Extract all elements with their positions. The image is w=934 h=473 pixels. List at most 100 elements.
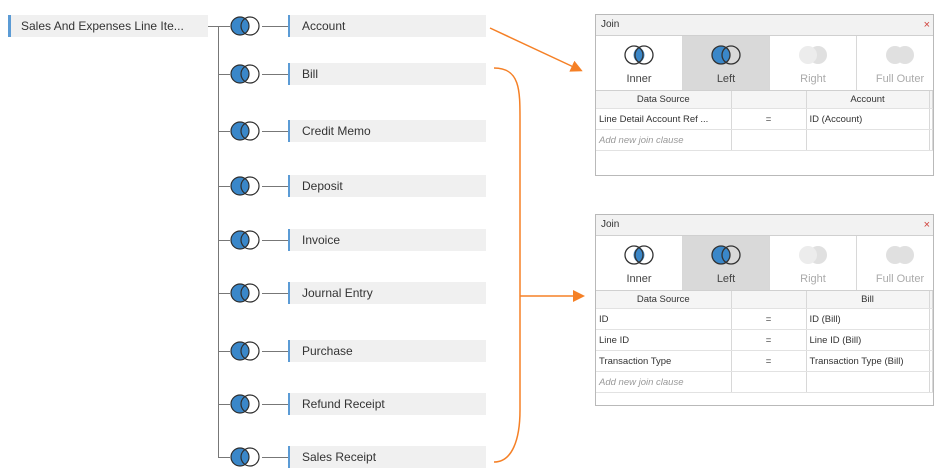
right-table-purchase[interactable]: Purchase (288, 340, 486, 362)
empty-cell (806, 129, 930, 151)
left-field[interactable]: Line Detail Account Ref ... (596, 108, 732, 130)
operator[interactable]: = (731, 108, 807, 130)
empty-cell (929, 129, 933, 151)
table-row[interactable]: Add new join clause (596, 129, 933, 151)
empty-cell (806, 371, 930, 393)
brace-bill-to-sales-receipt (493, 67, 521, 463)
right-table-account[interactable]: Account (288, 15, 486, 37)
dialog-title: Join (601, 219, 620, 230)
table-row[interactable]: Line ID = Line ID (Bill) (596, 329, 933, 351)
right-table-sales-receipt[interactable]: Sales Receipt (288, 446, 486, 468)
connector-branch-end (262, 186, 288, 187)
right-table-deposit[interactable]: Deposit (288, 175, 486, 197)
column-header (929, 291, 933, 309)
add-join-clause[interactable]: Add new join clause (596, 129, 732, 151)
empty-cell (929, 350, 933, 372)
join-type-bar: Inner Left Right Full Outer (596, 236, 933, 291)
column-header: Data Source (596, 291, 732, 309)
table-header-row: Data Source Bill (596, 291, 933, 309)
left-join-icon[interactable] (228, 120, 262, 142)
empty-cell (929, 308, 933, 330)
join-type-left[interactable]: Left (683, 36, 770, 90)
join-type-label: Left (716, 273, 736, 285)
full-outer-join-icon (886, 46, 914, 64)
operator[interactable]: = (731, 329, 807, 351)
connector-branch-end (262, 131, 288, 132)
join-type-inner[interactable]: Inner (596, 36, 683, 90)
left-join-icon[interactable] (228, 229, 262, 251)
connector-trunk (218, 26, 219, 458)
full-outer-join-icon (886, 246, 914, 264)
table-row[interactable]: Transaction Type = Transaction Type (Bil… (596, 350, 933, 372)
left-join-icon[interactable] (228, 393, 262, 415)
operator[interactable]: = (731, 350, 807, 372)
right-join-icon (799, 46, 827, 64)
table-row[interactable]: ID = ID (Bill) (596, 308, 933, 330)
join-dialog-account: Join × Inner Left Right Full Outer Data … (595, 14, 934, 176)
connector-branch-end (262, 74, 288, 75)
left-join-icon[interactable] (228, 63, 262, 85)
left-field[interactable]: Line ID (596, 329, 732, 351)
inner-join-icon (624, 245, 654, 265)
table-row[interactable]: Line Detail Account Ref ... = ID (Accoun… (596, 108, 933, 130)
join-type-inner[interactable]: Inner (596, 236, 683, 290)
right-table-credit-memo[interactable]: Credit Memo (288, 120, 486, 142)
join-type-bar: Inner Left Right Full Outer (596, 36, 933, 91)
left-join-icon[interactable] (228, 282, 262, 304)
join-type-label: Inner (626, 273, 652, 285)
empty-cell (731, 371, 807, 393)
join-type-label: Right (800, 273, 826, 285)
connector-branch-end (262, 404, 288, 405)
empty-cell (929, 371, 933, 393)
left-join-icon[interactable] (228, 15, 262, 37)
left-join-icon[interactable] (228, 175, 262, 197)
join-dialog-bill: Join × Inner Left Right Full Outer Data … (595, 214, 934, 406)
right-join-icon (799, 246, 827, 264)
left-field[interactable]: ID (596, 308, 732, 330)
right-field[interactable]: ID (Account) (806, 108, 930, 130)
join-clause-table: Data Source Bill ID = ID (Bill) Line ID … (596, 291, 933, 393)
column-header (929, 91, 933, 109)
add-join-clause[interactable]: Add new join clause (596, 371, 732, 393)
join-clause-table: Data Source Account Line Detail Account … (596, 91, 933, 151)
dialog-title-bar: Join × (596, 15, 933, 36)
right-table-journal-entry[interactable]: Journal Entry (288, 282, 486, 304)
right-table-refund-receipt[interactable]: Refund Receipt (288, 393, 486, 415)
empty-cell (731, 129, 807, 151)
join-type-label: Left (716, 73, 736, 85)
join-type-right[interactable]: Right (770, 36, 857, 90)
left-join-icon[interactable] (228, 340, 262, 362)
close-icon[interactable]: × (924, 15, 930, 35)
connector-branch-end (262, 26, 288, 27)
right-field[interactable]: ID (Bill) (806, 308, 930, 330)
join-type-full-outer[interactable]: Full Outer (857, 36, 933, 90)
arrow-account-to-dialog (489, 27, 583, 72)
table-header-row: Data Source Account (596, 91, 933, 109)
dialog-title: Join (601, 19, 620, 30)
connector-branch-end (262, 351, 288, 352)
left-table-sales-and-expenses[interactable]: Sales And Expenses Line Ite... (8, 15, 208, 37)
connector-branch-end (262, 240, 288, 241)
join-type-label: Inner (626, 73, 652, 85)
operator[interactable]: = (731, 308, 807, 330)
inner-join-icon (624, 45, 654, 65)
right-table-bill[interactable]: Bill (288, 63, 486, 85)
close-icon[interactable]: × (924, 215, 930, 235)
left-field[interactable]: Transaction Type (596, 350, 732, 372)
join-type-label: Full Outer (875, 273, 925, 285)
connector-branch-end (262, 457, 288, 458)
table-row[interactable]: Add new join clause (596, 371, 933, 393)
join-type-label: Full Outer (875, 73, 925, 85)
left-join-icon[interactable] (228, 446, 262, 468)
join-type-label: Right (800, 73, 826, 85)
empty-cell (929, 108, 933, 130)
right-field[interactable]: Transaction Type (Bill) (806, 350, 930, 372)
join-type-right[interactable]: Right (770, 236, 857, 290)
right-field[interactable]: Line ID (Bill) (806, 329, 930, 351)
join-type-left[interactable]: Left (683, 236, 770, 290)
empty-cell (929, 329, 933, 351)
left-join-icon (711, 245, 741, 265)
right-table-invoice[interactable]: Invoice (288, 229, 486, 251)
column-header: Bill (806, 291, 930, 309)
join-type-full-outer[interactable]: Full Outer (857, 236, 933, 290)
